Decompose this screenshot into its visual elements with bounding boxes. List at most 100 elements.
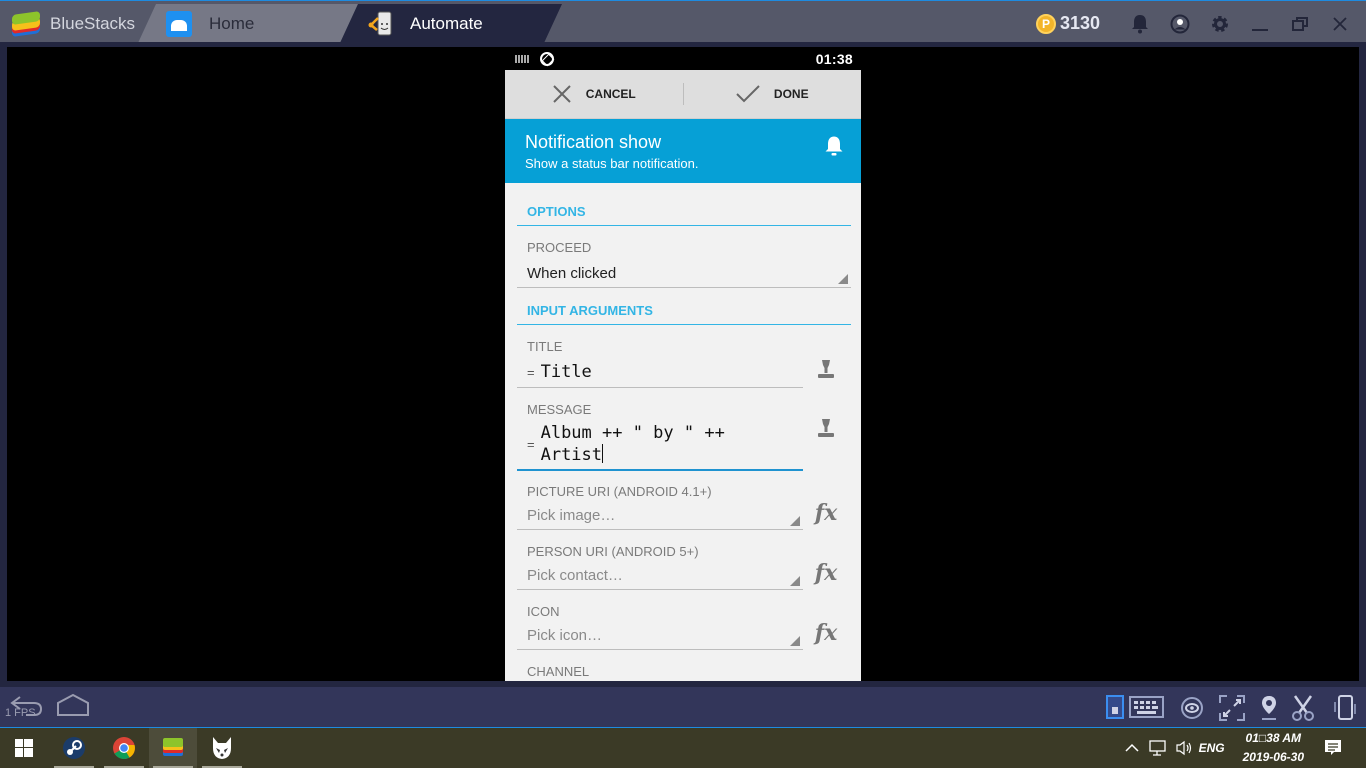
message-input[interactable]: = Album ++ " by " ++ Artist [517,417,803,471]
emulator-toolbar: 1 FPS [0,687,1366,728]
icon-placeholder: Pick icon… [527,627,603,644]
action-center-icon[interactable] [1324,739,1342,757]
dropdown-triangle-icon [790,516,800,526]
notifications-button[interactable] [1120,9,1160,39]
picture-uri-picker[interactable]: Pick image… [517,499,803,530]
system-tray: ENG 01□38 AM 2019-06-30 [1125,728,1366,768]
title-variable-button[interactable] [815,358,837,382]
title-field: TITLE = Title [517,325,851,388]
picture-uri-field: PICTURE URI (ANDROID 4.1+) Pick image… f… [517,471,851,530]
tab-automate[interactable]: Automate [340,4,562,43]
action-bar: CANCEL DONE [505,70,861,119]
android-screen: 01:38 CANCEL DONE Notification show Show… [505,48,861,681]
form: OPTIONS PROCEED When clicked INPUT ARGUM… [505,183,861,679]
icon-expression-button[interactable]: fx [815,620,838,646]
icon-picker[interactable]: Pick icon… [517,619,803,650]
title-label: TITLE [527,339,563,354]
icon-label: ICON [527,604,560,619]
taskbar-bluestacks[interactable] [149,728,197,768]
bluestacks-logo-icon [12,10,40,37]
person-uri-label: PERSON URI (ANDROID 5+) [527,544,699,559]
channel-label: CHANNEL [527,664,590,679]
checkmark-icon [736,85,760,103]
show-hidden-icons-chevron-icon[interactable] [1125,743,1139,753]
tab-home[interactable]: Home [138,4,358,43]
tab-home-label: Home [209,13,255,33]
cancel-label: CANCEL [585,87,636,101]
restore-button[interactable] [1280,9,1320,39]
app-name: BlueStacks [50,13,136,33]
proceed-field: PROCEED When clicked [517,226,851,288]
start-button[interactable] [0,728,48,768]
eye-icon[interactable] [1180,696,1204,720]
title-input[interactable]: = Title [517,354,803,388]
fps-counter: 1 FPS [5,707,36,719]
message-line-2: Artist [540,445,603,465]
rotation-icon [540,52,554,66]
icon-field: ICON Pick icon… fx [517,590,851,650]
person-uri-field: PERSON URI (ANDROID 5+) Pick contact… fx [517,530,851,590]
account-icon [1170,14,1190,33]
windows-start-icon [15,739,33,757]
bluestacks-icon [163,738,183,756]
done-button[interactable]: DONE [684,70,862,118]
settings-button[interactable] [1200,9,1240,39]
input-language[interactable]: ENG [1199,741,1225,755]
message-field: MESSAGE = Album ++ " by " ++ Artist [517,388,851,471]
fullscreen-icon[interactable] [1219,695,1245,721]
person-uri-picker[interactable]: Pick contact… [517,559,803,590]
android-home-icon[interactable] [56,693,90,717]
keyboard-icon [515,55,530,63]
picture-uri-expression-button[interactable]: fx [815,500,838,526]
block-title: Notification show [525,132,662,152]
person-uri-expression-button[interactable]: fx [815,560,838,586]
steam-icon [63,737,85,759]
block-header: Notification show Show a status bar noti… [505,119,861,183]
title-value: Title [540,362,592,382]
automate-app-icon [368,11,394,37]
location-icon[interactable] [1259,694,1279,722]
windows-taskbar: ENG 01□38 AM 2019-06-30 [0,728,1366,768]
android-status-bar: 01:38 [505,48,861,70]
proceed-spinner[interactable]: When clicked [517,255,851,288]
close-icon [553,85,571,103]
taskbar-chrome[interactable] [100,728,148,768]
tab-automate-label: Automate [410,13,483,33]
section-options: OPTIONS [517,183,851,226]
clock-date: 2019-06-30 [1242,750,1304,764]
minimize-button[interactable] [1240,9,1280,39]
network-icon[interactable] [1148,740,1167,756]
toggle-icon[interactable] [1106,695,1124,719]
keyboard-icon[interactable] [1129,696,1164,718]
stamp-icon [818,360,834,378]
volume-icon[interactable] [1175,740,1193,756]
message-variable-button[interactable] [815,417,837,441]
taskbar-fox-app[interactable] [198,728,246,768]
status-time: 01:38 [815,51,853,67]
coin-balance: 3130 [1059,13,1100,33]
coin-icon: P [1035,13,1056,34]
system-clock[interactable]: 01□38 AM 2019-06-30 [1243,729,1304,767]
cancel-button[interactable]: CANCEL [505,70,683,118]
block-subtitle: Show a status bar notification. [525,156,699,171]
picture-uri-placeholder: Pick image… [527,507,616,524]
close-window-button[interactable] [1320,9,1360,39]
text-cursor [602,444,604,463]
dropdown-triangle-icon [790,576,800,586]
minimize-icon [1252,28,1268,31]
person-uri-placeholder: Pick contact… [527,567,623,584]
scissors-icon[interactable] [1291,694,1315,722]
clock-time: 01□38 AM [1245,731,1302,745]
rotate-device-icon[interactable] [1333,694,1357,722]
picture-uri-label: PICTURE URI (ANDROID 4.1+) [527,484,712,499]
account-button[interactable] [1160,9,1200,39]
done-label: DONE [773,87,809,101]
proceed-value: When clicked [527,265,617,282]
taskbar-steam[interactable] [50,728,98,768]
home-icon [166,11,192,37]
channel-field: CHANNEL [517,650,851,679]
proceed-label: PROCEED [527,240,592,255]
fox-app-icon [213,737,231,759]
settings-gear-icon [1212,15,1228,32]
message-line-1: Album ++ " by " ++ [540,423,725,443]
